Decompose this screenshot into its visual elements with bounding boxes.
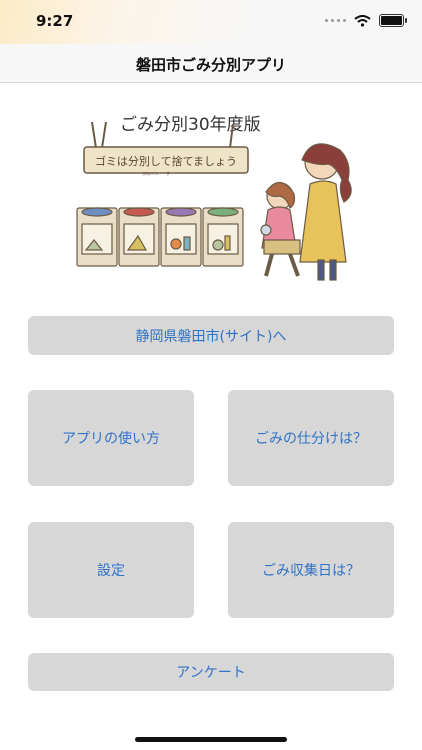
battery-icon — [379, 14, 407, 27]
sign-text: ゴミは分別して捨てましょう — [95, 154, 237, 168]
page-title: 磐田市ごみ分別アプリ — [135, 56, 286, 74]
settings-button[interactable]: 設定 — [28, 522, 194, 618]
status-bar: 9:27 — [0, 0, 422, 44]
child-figure — [260, 181, 301, 277]
app-howto-button[interactable]: アプリの使い方 — [28, 390, 194, 486]
sorting-guide-button[interactable]: ごみの仕分けは？ — [228, 390, 394, 486]
survey-button[interactable]: アンケート — [28, 653, 394, 691]
status-time: 9:27 — [36, 12, 74, 30]
mother-figure — [299, 143, 352, 281]
sign-ruby: ぶんべつ す — [142, 171, 170, 176]
home-indicator[interactable] — [135, 737, 287, 742]
hero-illustration: ごみ分別30年度版 ゴミは分別して捨てましょう ぶんべつ す — [0, 100, 422, 290]
status-icons — [325, 14, 407, 27]
collection-day-button[interactable]: ごみ収集日は？ — [228, 522, 394, 618]
navigation-bar: 磐田市ごみ分別アプリ — [0, 44, 422, 83]
visit-site-button[interactable]: 静岡県磐田市(サイト)へ — [28, 316, 394, 355]
garbage-bins — [76, 207, 244, 267]
garbage-sorting-illustration: ゴミは分別して捨てましょう ぶんべつ す — [76, 121, 352, 281]
signal-icon — [325, 19, 346, 22]
wifi-icon — [354, 14, 371, 27]
